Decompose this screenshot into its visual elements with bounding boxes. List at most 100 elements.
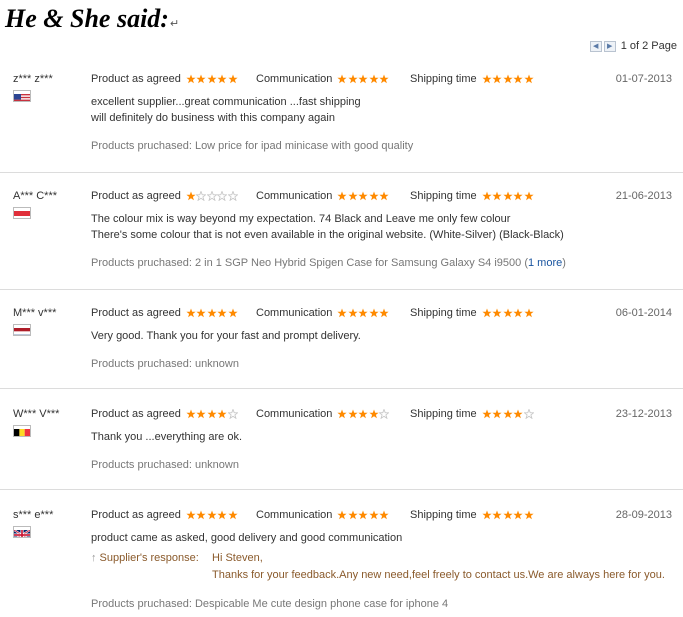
star-filled-icon <box>503 510 513 520</box>
reviewer-name: W*** V*** <box>13 408 60 420</box>
review-text: product came as asked, good delivery and… <box>91 532 403 544</box>
star-filled-icon <box>196 308 206 318</box>
star-filled-icon <box>482 191 492 201</box>
star-filled-icon <box>196 510 206 520</box>
product-rating: Product as agreed <box>91 307 238 319</box>
more-link[interactable]: 1 more <box>528 257 562 269</box>
review-text: Thank you ...everything are ok. <box>91 431 243 443</box>
rating-label: Product as agreed <box>91 190 181 202</box>
review-text: The colour mix is way beyond my expectat… <box>91 213 564 241</box>
star-filled-icon <box>207 510 217 520</box>
communication-rating: Communication <box>256 509 390 521</box>
star-rating <box>337 308 390 318</box>
star-filled-icon <box>503 74 513 84</box>
rating-label: Product as agreed <box>91 509 181 521</box>
star-filled-icon <box>524 74 534 84</box>
rating-label: Product as agreed <box>91 408 181 420</box>
star-filled-icon <box>186 510 196 520</box>
star-filled-icon <box>379 308 390 318</box>
supplier-response-text: Hi Steven, Thanks for your feedback.Any … <box>212 552 665 581</box>
rating-label: Shipping time <box>410 73 477 85</box>
communication-rating: Communication <box>256 307 390 319</box>
shipping-rating: Shipping time <box>410 509 534 521</box>
star-rating <box>337 510 390 520</box>
star-filled-icon <box>513 510 523 520</box>
reviewer-name: s*** e*** <box>13 509 54 521</box>
supplier-response-label: ↑ Supplier's response: <box>91 552 199 564</box>
communication-rating: Communication <box>256 73 390 85</box>
reviewer-name: M*** v*** <box>13 307 57 319</box>
star-filled-icon <box>207 74 217 84</box>
arrow-right-icon[interactable]: ▶ <box>603 40 616 52</box>
review-item: A*** C*** Product as agreed Communicatio… <box>0 183 683 290</box>
star-rating <box>186 308 239 318</box>
nl-flag-icon <box>13 324 31 336</box>
star-rating <box>186 191 239 201</box>
star-filled-icon <box>228 308 238 318</box>
review-item: W*** V*** Product as agreed Communicatio… <box>0 401 683 490</box>
product-rating: Product as agreed <box>91 408 238 420</box>
star-filled-icon <box>196 74 206 84</box>
star-rating <box>186 409 239 419</box>
star-filled-icon <box>369 308 379 318</box>
arrow-left-icon[interactable]: ◀ <box>589 40 602 52</box>
star-filled-icon <box>513 191 523 201</box>
star-filled-icon <box>337 74 348 84</box>
review-item: M*** v*** Product as agreed Communicatio… <box>0 300 683 389</box>
star-filled-icon <box>503 308 513 318</box>
pagination: ◀ ▶ 1 of 2 Page <box>589 40 677 52</box>
star-filled-icon <box>524 510 534 520</box>
rating-label: Shipping time <box>410 509 477 521</box>
review-text: excellent supplier...great communication… <box>91 96 361 124</box>
star-filled-icon <box>217 74 227 84</box>
star-rating <box>482 191 535 201</box>
star-filled-icon <box>369 510 379 520</box>
star-filled-icon <box>337 409 348 419</box>
star-filled-icon <box>358 191 369 201</box>
star-filled-icon <box>196 409 206 419</box>
star-empty-icon <box>217 191 228 201</box>
star-filled-icon <box>513 74 523 84</box>
star-filled-icon <box>358 409 369 419</box>
rating-label: Shipping time <box>410 190 477 202</box>
id-flag-icon <box>13 207 31 219</box>
products-purchased: Products pruchased: Despicable Me cute d… <box>91 598 449 610</box>
star-filled-icon <box>207 308 217 318</box>
star-filled-icon <box>186 191 196 201</box>
star-empty-icon <box>227 409 238 419</box>
page-indicator: 1 of 2 Page <box>620 40 677 52</box>
star-empty-icon <box>523 409 534 419</box>
star-filled-icon <box>369 74 379 84</box>
star-filled-icon <box>348 409 358 419</box>
rating-label: Product as agreed <box>91 73 181 85</box>
star-filled-icon <box>492 409 502 419</box>
star-filled-icon <box>503 191 513 201</box>
star-filled-icon <box>337 308 348 318</box>
reviewer-name: z*** z*** <box>13 73 53 85</box>
product-rating: Product as agreed <box>91 509 238 521</box>
star-filled-icon <box>369 191 379 201</box>
star-filled-icon <box>503 409 513 419</box>
star-filled-icon <box>337 191 348 201</box>
star-rating <box>337 409 390 419</box>
star-filled-icon <box>348 308 358 318</box>
star-filled-icon <box>492 308 502 318</box>
review-date: 01-07-2013 <box>615 73 672 85</box>
review-date: 23-12-2013 <box>615 408 672 420</box>
star-filled-icon <box>482 308 492 318</box>
star-filled-icon <box>228 510 238 520</box>
star-filled-icon <box>348 510 358 520</box>
products-purchased: Products pruchased: 2 in 1 SGP Neo Hybri… <box>91 257 566 269</box>
rating-label: Communication <box>256 307 333 319</box>
star-rating <box>482 74 535 84</box>
star-filled-icon <box>217 510 227 520</box>
star-filled-icon <box>186 409 196 419</box>
star-filled-icon <box>337 510 348 520</box>
star-rating <box>482 409 535 419</box>
star-filled-icon <box>482 409 492 419</box>
star-empty-icon <box>227 191 238 201</box>
star-filled-icon <box>492 74 502 84</box>
star-filled-icon <box>379 191 390 201</box>
page-heading: He & She said:↵ <box>5 4 180 33</box>
star-filled-icon <box>379 74 390 84</box>
